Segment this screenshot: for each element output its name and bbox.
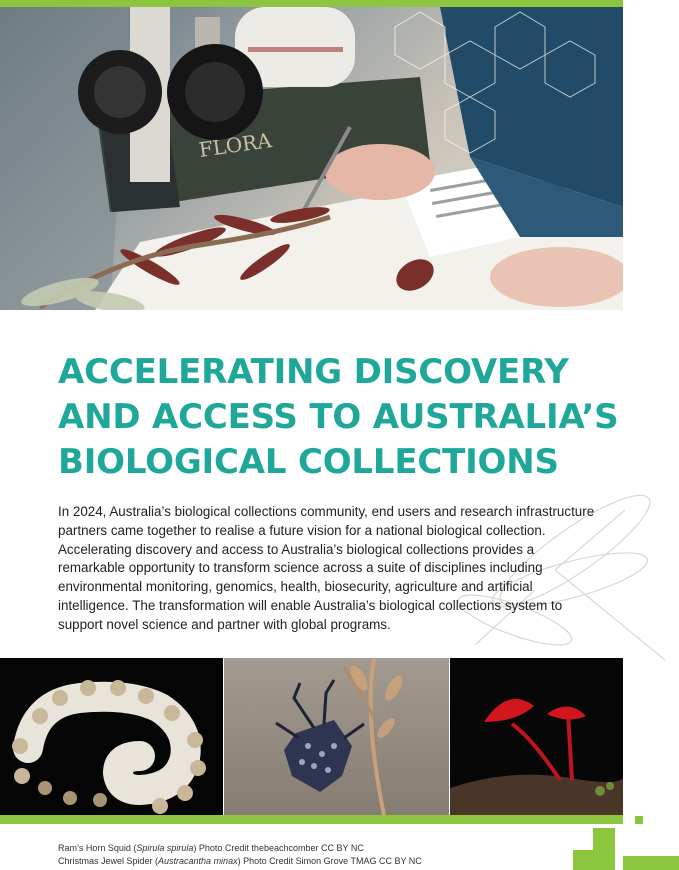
body-line: partners came together to realise a futu… (58, 522, 546, 538)
fungi-illustration (450, 698, 623, 815)
body-line: In 2024, Australia’s biological collecti… (58, 504, 595, 519)
caption-spider: Christmas Jewel Spider (Austracantha min… (58, 856, 422, 866)
squid-shell-illustration (12, 680, 206, 814)
hero-illustration: FLORA (0, 7, 623, 310)
photo-christmas-jewel-spider (224, 658, 449, 815)
body-line: Accelerating discovery and access to Aus… (58, 541, 535, 557)
body-line: support novel science and partner with g… (58, 616, 391, 632)
photo-red-fungi (450, 658, 623, 815)
decorative-pixel-blocks (573, 816, 679, 870)
page-title: ACCELERATING DISCOVERY AND ACCESS TO AUS… (58, 350, 658, 485)
spider-illustration (275, 658, 403, 815)
hero-photo-herbarium-specimen: FLORA (0, 7, 623, 310)
title-line-1: ACCELERATING DISCOVERY (58, 352, 569, 392)
photo-captions: Ram’s Horn Squid (Spirula spirula) Photo… (58, 842, 422, 868)
intro-paragraph: In 2024, Australia’s biological collecti… (58, 503, 633, 635)
caption-squid: Ram’s Horn Squid (Spirula spirula) Photo… (58, 843, 364, 853)
title-line-2: AND ACCESS TO AUSTRALIA’S (58, 397, 619, 437)
body-line: intelligence. The transformation will en… (58, 597, 563, 613)
body-line: environmental monitoring, genomics, heal… (58, 579, 533, 595)
top-accent-bar (0, 0, 623, 7)
bottom-accent-bar (0, 815, 623, 824)
body-line: remarkable opportunity to transform scie… (58, 560, 543, 576)
photo-rams-horn-squid (0, 658, 223, 815)
